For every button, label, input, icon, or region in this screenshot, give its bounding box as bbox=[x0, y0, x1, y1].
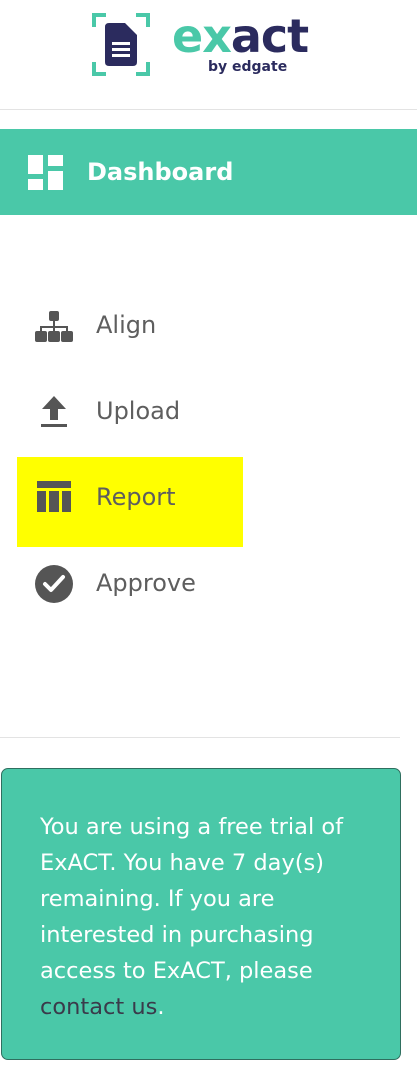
dashboard-label: Dashboard bbox=[87, 158, 234, 186]
nav-label-approve: Approve bbox=[96, 569, 196, 597]
sidebar: exact by edgate Dashboard Align Upload R… bbox=[0, 0, 417, 1082]
brand-subtitle: by edgate bbox=[208, 59, 288, 75]
dashboard-grid-icon bbox=[28, 155, 63, 190]
logo-header: exact by edgate bbox=[0, 0, 417, 110]
hierarchy-icon bbox=[35, 311, 73, 342]
brand-wordmark: exact bbox=[172, 8, 309, 64]
contact-us-link[interactable]: contact us bbox=[40, 994, 157, 1020]
nav-item-align[interactable]: Align bbox=[17, 281, 243, 371]
dashboard-nav-item[interactable]: Dashboard bbox=[0, 129, 417, 215]
nav-item-report[interactable]: Report bbox=[17, 457, 243, 547]
nav-item-upload[interactable]: Upload bbox=[17, 367, 243, 457]
trial-message: You are using a free trial of ExACT. You… bbox=[40, 809, 380, 1025]
trial-notice: You are using a free trial of ExACT. You… bbox=[1, 768, 401, 1060]
trial-message-end: . bbox=[157, 994, 165, 1020]
nav-label-report: Report bbox=[96, 483, 176, 511]
nav-label-upload: Upload bbox=[96, 397, 181, 425]
sidebar-divider bbox=[0, 737, 400, 738]
nav-item-approve[interactable]: Approve bbox=[17, 539, 243, 629]
brand-name-act: act bbox=[230, 9, 309, 63]
upload-icon bbox=[41, 396, 67, 427]
brand-name-ex: ex bbox=[172, 9, 232, 63]
logo-document-icon bbox=[92, 13, 150, 76]
trial-message-text: You are using a free trial of ExACT. You… bbox=[40, 814, 344, 984]
table-columns-icon bbox=[37, 481, 71, 512]
nav-label-align: Align bbox=[96, 311, 157, 339]
check-circle-icon bbox=[35, 565, 73, 603]
